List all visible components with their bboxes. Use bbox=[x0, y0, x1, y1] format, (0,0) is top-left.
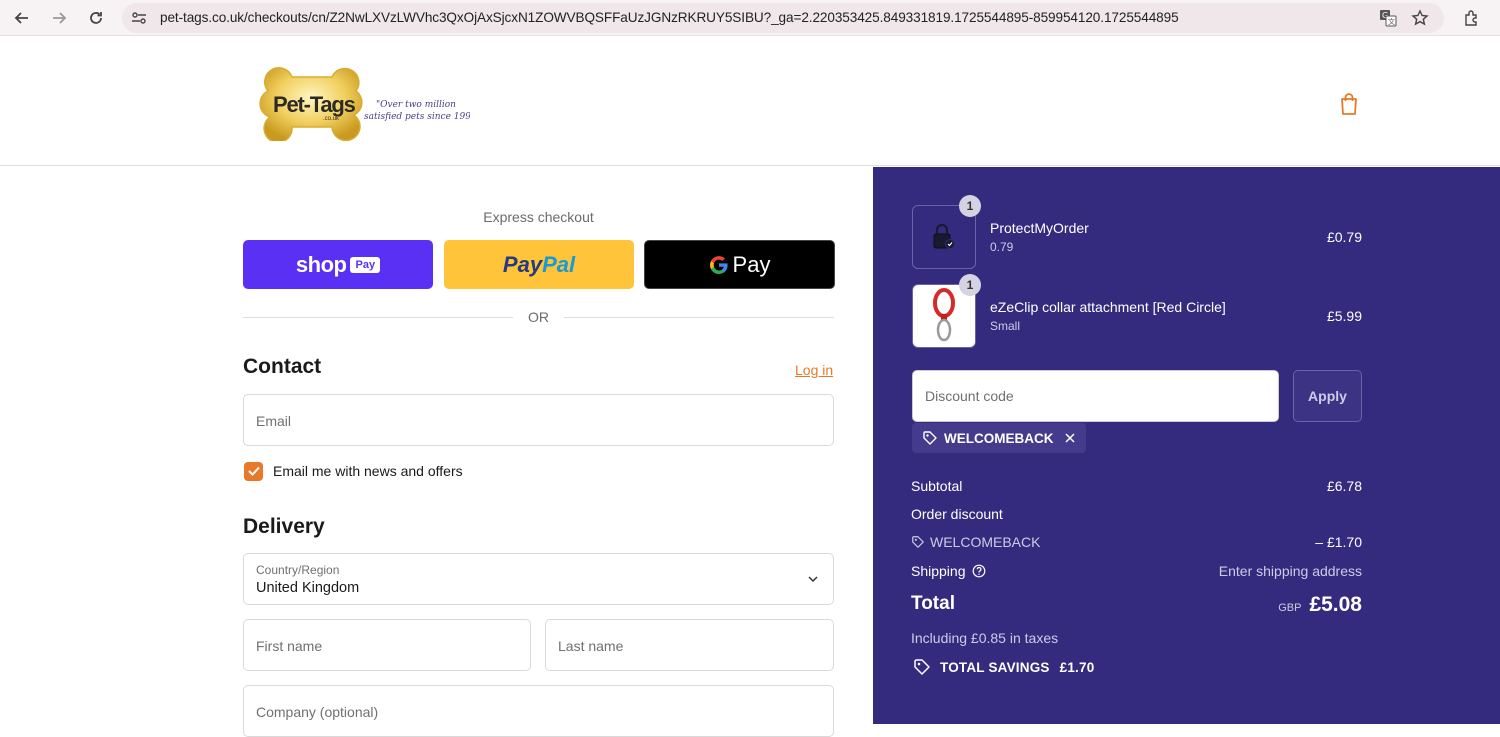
back-arrow-icon[interactable] bbox=[10, 6, 34, 30]
item-name: ProtectMyOrder bbox=[990, 220, 1089, 236]
item-price: £5.99 bbox=[1326, 308, 1362, 324]
line-item: 1 ProtectMyOrder 0.79 £0.79 bbox=[912, 195, 1362, 269]
subtotal-value: £6.78 bbox=[1326, 478, 1362, 494]
discount-value: – £1.70 bbox=[1315, 534, 1362, 550]
country-value: United Kingdom bbox=[256, 580, 360, 596]
express-checkout-label: Express checkout bbox=[483, 209, 594, 225]
google-pay-button[interactable]: Pay bbox=[644, 240, 835, 289]
login-link[interactable]: Log in bbox=[795, 362, 833, 378]
first-name-placeholder: First name bbox=[256, 638, 323, 654]
country-label: Country/Region bbox=[256, 563, 340, 577]
country-select[interactable]: Country/Region United Kingdom bbox=[243, 553, 834, 605]
discount-code-input[interactable]: Discount code bbox=[912, 370, 1279, 422]
total-value: £5.08 bbox=[1309, 593, 1362, 616]
savings-label: TOTAL SAVINGS bbox=[940, 659, 1050, 675]
extensions-puzzle-icon[interactable] bbox=[1460, 6, 1484, 30]
order-summary: 1 ProtectMyOrder 0.79 £0.79 1 eZeClip co… bbox=[873, 167, 1500, 724]
last-name-field[interactable]: Last name bbox=[545, 619, 834, 671]
total-row: Total GBP £5.08 bbox=[911, 593, 1362, 621]
or-divider: OR bbox=[243, 309, 834, 327]
item-name: eZeClip collar attachment [Red Circle] bbox=[990, 299, 1226, 315]
tag-icon bbox=[914, 659, 930, 675]
currency-code: GBP bbox=[1278, 602, 1302, 614]
apply-discount-button[interactable]: Apply bbox=[1293, 370, 1362, 422]
svg-text:文: 文 bbox=[1388, 17, 1395, 26]
shop-pay-badge: Pay bbox=[350, 256, 381, 273]
order-discount-label: Order discount bbox=[911, 506, 1003, 522]
chevron-down-icon bbox=[808, 576, 818, 583]
url-text: pet-tags.co.uk/checkouts/cn/Z2NwLXVzLWVh… bbox=[160, 10, 1179, 25]
logo-tagline-line2: satisfied pets since 1995" bbox=[364, 112, 470, 122]
bookmark-star-icon[interactable] bbox=[1408, 6, 1432, 30]
item-variant: 0.79 bbox=[990, 240, 1014, 254]
remove-discount-icon[interactable] bbox=[1064, 432, 1076, 444]
first-name-field[interactable]: First name bbox=[243, 619, 531, 671]
shop-pay-button[interactable]: shop Pay bbox=[243, 240, 433, 289]
delivery-heading: Delivery bbox=[243, 515, 325, 538]
shopping-bag-icon[interactable] bbox=[1338, 92, 1360, 116]
site-header: Pet-Tags .co.uk "Over two million satisf… bbox=[0, 37, 1500, 166]
paypal-wordmark-part2: Pal bbox=[542, 251, 576, 277]
tax-note: Including £0.85 in taxes bbox=[911, 630, 1059, 646]
browser-toolbar: pet-tags.co.uk/checkouts/cn/Z2NwLXVzLWVh… bbox=[0, 0, 1500, 36]
shipping-label: Shipping bbox=[911, 563, 966, 579]
paypal-wordmark-part1: Pay bbox=[502, 251, 543, 277]
translate-icon[interactable]: G文 bbox=[1376, 6, 1400, 30]
company-placeholder: Company (optional) bbox=[256, 704, 379, 720]
discount-placeholder: Discount code bbox=[925, 388, 1014, 404]
carabiner-clip-image bbox=[933, 288, 955, 342]
help-circle-icon[interactable] bbox=[972, 564, 986, 578]
quantity-badge: 1 bbox=[959, 195, 981, 217]
newsletter-checkbox[interactable] bbox=[244, 461, 263, 481]
contact-heading: Contact bbox=[243, 355, 322, 378]
reload-icon[interactable] bbox=[84, 6, 108, 30]
order-discount-row: Order discount bbox=[911, 506, 1362, 522]
forward-arrow-icon[interactable] bbox=[47, 6, 71, 30]
total-label: Total bbox=[911, 593, 955, 614]
subtotal-label: Subtotal bbox=[911, 478, 963, 494]
google-pay-text: Pay bbox=[732, 251, 771, 277]
total-savings: TOTAL SAVINGS £1.70 bbox=[913, 658, 1094, 676]
google-g-icon bbox=[709, 255, 729, 275]
tag-icon bbox=[912, 536, 924, 548]
applied-discount-tag: WELCOMEBACK bbox=[912, 423, 1086, 453]
shipping-value: Enter shipping address bbox=[1218, 563, 1362, 579]
address-bar[interactable]: pet-tags.co.uk/checkouts/cn/Z2NwLXVzLWVh… bbox=[122, 3, 1444, 33]
checkout-form: Express checkout shop Pay Pay Pal Pay OR … bbox=[0, 167, 873, 737]
last-name-placeholder: Last name bbox=[558, 638, 624, 654]
tag-icon bbox=[923, 431, 937, 445]
item-price: £0.79 bbox=[1326, 229, 1362, 245]
subtotal-row: Subtotal £6.78 bbox=[911, 478, 1362, 494]
paypal-button[interactable]: Pay Pal bbox=[444, 240, 634, 289]
shipping-row: Shipping Enter shipping address bbox=[911, 563, 1362, 579]
item-variant: Small bbox=[990, 319, 1021, 333]
newsletter-label: Email me with news and offers bbox=[273, 463, 463, 479]
checkmark-icon bbox=[247, 466, 260, 476]
shop-pay-wordmark: shop bbox=[295, 251, 347, 277]
company-field[interactable]: Company (optional) bbox=[243, 685, 834, 737]
discount-code-row: WELCOMEBACK – £1.70 bbox=[911, 534, 1362, 552]
logo-domain: .co.uk bbox=[323, 116, 340, 122]
email-field[interactable]: Email bbox=[243, 394, 834, 446]
site-settings-icon[interactable] bbox=[130, 9, 148, 27]
savings-value: £1.70 bbox=[1059, 659, 1095, 675]
newsletter-option[interactable]: Email me with news and offers bbox=[244, 461, 463, 481]
line-item: 1 eZeClip collar attachment [Red Circle]… bbox=[912, 274, 1362, 348]
logo-tagline-line1: "Over two million bbox=[376, 100, 456, 110]
discount-code-label: WELCOMEBACK bbox=[930, 534, 1041, 550]
quantity-badge: 1 bbox=[959, 274, 981, 296]
logo-text: Pet-Tags bbox=[273, 92, 356, 117]
applied-code-text: WELCOMEBACK bbox=[944, 430, 1054, 446]
lock-icon bbox=[933, 223, 955, 249]
email-placeholder: Email bbox=[256, 413, 292, 429]
pet-tags-logo[interactable]: Pet-Tags .co.uk "Over two million satisf… bbox=[250, 65, 481, 144]
